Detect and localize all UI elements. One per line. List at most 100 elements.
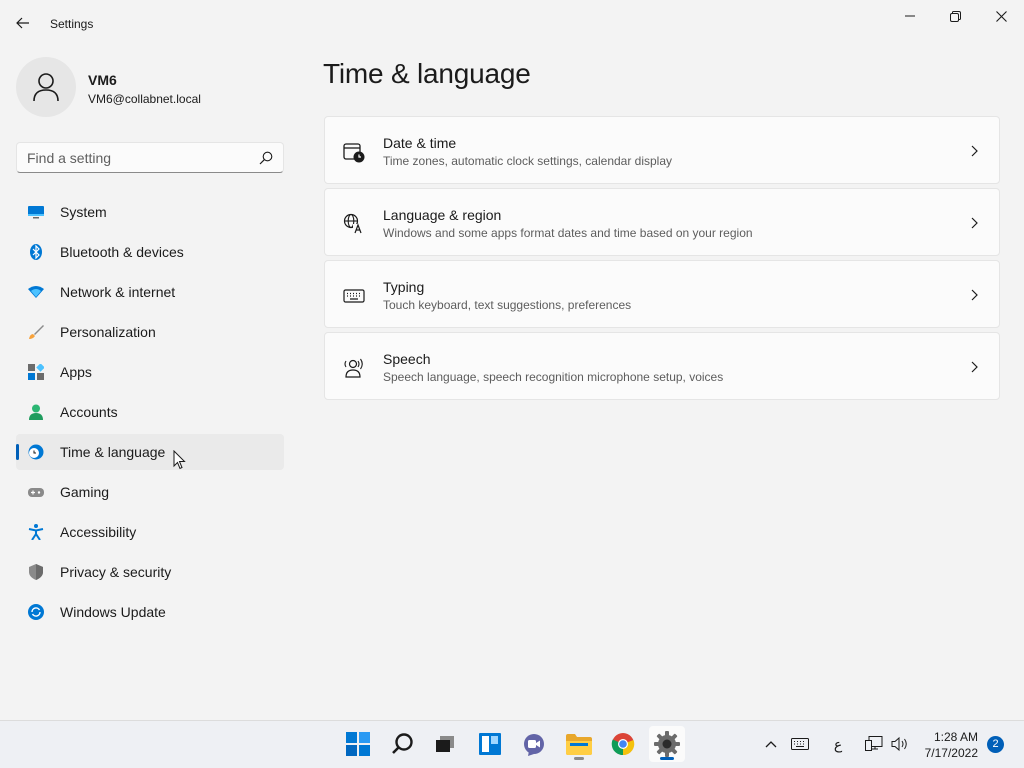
taskbar-widgets-button[interactable]: [472, 726, 508, 762]
settings-icon: [654, 731, 680, 757]
close-icon: [995, 10, 1007, 22]
card-title: Typing: [383, 279, 425, 295]
sidebar-item-label: System: [60, 204, 107, 220]
active-indicator: [660, 757, 674, 760]
sidebar-item-label: Privacy & security: [60, 564, 172, 580]
show-hidden-icons-button[interactable]: [761, 724, 781, 764]
title-bar: Settings: [0, 0, 1024, 46]
sidebar-item-personalization[interactable]: Personalization: [16, 314, 284, 350]
chevron-right-icon: [971, 289, 978, 301]
bluetooth-icon: [30, 244, 42, 260]
sidebar-item-system[interactable]: System: [16, 194, 284, 230]
widgets-icon: [479, 733, 501, 755]
file-explorer-icon: [566, 734, 592, 755]
sidebar-item-bluetooth[interactable]: Bluetooth & devices: [16, 234, 284, 270]
sidebar-item-network[interactable]: Network & internet: [16, 274, 284, 310]
volume-icon: [891, 736, 907, 752]
sidebar-item-gaming[interactable]: Gaming: [16, 474, 284, 510]
windows-start-icon: [346, 732, 370, 756]
user-icon: [33, 73, 59, 102]
sidebar-item-accounts[interactable]: Accounts: [16, 394, 284, 430]
page-title: Time & language: [323, 58, 531, 89]
running-indicator: [574, 757, 584, 760]
minimize-button[interactable]: [887, 0, 933, 32]
sidebar-nav: System Bluetooth & devices Network & int…: [16, 194, 284, 634]
language-icon: [343, 213, 364, 234]
sidebar-item-label: Accounts: [60, 404, 118, 420]
taskbar-chat-button[interactable]: [516, 726, 552, 762]
accessibility-icon: [28, 524, 44, 540]
sidebar-item-time-language[interactable]: Time & language: [16, 434, 284, 470]
gamepad-icon: [28, 488, 44, 497]
search-input[interactable]: [27, 149, 247, 167]
search-icon[interactable]: [259, 151, 273, 165]
card-description: Touch keyboard, text suggestions, prefer…: [383, 298, 632, 312]
calendar-clock-icon: [343, 143, 365, 163]
chevron-up-icon: [765, 741, 777, 748]
restore-icon: [949, 10, 961, 22]
minimize-icon: [905, 15, 915, 17]
selected-indicator: [16, 444, 19, 460]
sidebar-item-label: Bluetooth & devices: [60, 244, 184, 260]
network-icon: [865, 736, 883, 751]
close-button[interactable]: [978, 0, 1024, 32]
globe-clock-icon: [28, 444, 44, 460]
avatar[interactable]: [16, 57, 76, 117]
volume-button[interactable]: [888, 724, 912, 764]
shield-icon: [29, 564, 43, 580]
card-description: Speech language, speech recognition micr…: [383, 370, 724, 384]
sidebar-item-label: Accessibility: [60, 524, 137, 540]
sidebar-item-apps[interactable]: Apps: [16, 354, 284, 390]
taskbar-chrome-button[interactable]: [605, 726, 641, 762]
sidebar-item-label: Personalization: [60, 324, 156, 340]
input-language-indicator[interactable]: ع: [826, 724, 850, 764]
keyboard-icon: [343, 289, 365, 303]
search-box[interactable]: [16, 142, 284, 173]
card-language-region[interactable]: Language & region Windows and some apps …: [324, 188, 1000, 256]
touch-keyboard-button[interactable]: [788, 724, 812, 764]
chrome-icon: [611, 733, 635, 756]
user-email: VM6@collabnet.local: [88, 92, 201, 106]
sidebar-item-windows-update[interactable]: Windows Update: [16, 594, 284, 630]
wifi-icon: [28, 286, 44, 298]
taskbar-file-explorer-button[interactable]: [561, 726, 597, 762]
card-title: Speech: [383, 351, 431, 367]
taskbar-task-view-button[interactable]: [427, 726, 463, 762]
network-status-button[interactable]: [862, 724, 886, 764]
settings-cards: Date & time Time zones, automatic clock …: [324, 116, 1000, 404]
sidebar-item-label: Network & internet: [60, 284, 176, 300]
sidebar-item-label: Time & language: [60, 444, 166, 460]
chevron-right-icon: [971, 145, 978, 157]
card-date-time[interactable]: Date & time Time zones, automatic clock …: [324, 116, 1000, 184]
restore-button[interactable]: [932, 0, 978, 32]
apps-icon: [28, 364, 44, 380]
card-title: Language & region: [383, 207, 502, 223]
back-button[interactable]: [8, 8, 38, 38]
clock-date: 7/17/2022: [924, 746, 978, 760]
mouse-cursor-icon: [173, 450, 186, 470]
taskbar-search-button[interactable]: [385, 726, 421, 762]
clock-time: 1:28 AM: [933, 730, 978, 744]
sidebar-item-accessibility[interactable]: Accessibility: [16, 514, 284, 550]
sidebar-item-label: Windows Update: [60, 604, 166, 620]
notification-badge[interactable]: 2: [987, 736, 1004, 753]
update-icon: [28, 604, 44, 620]
taskbar-start-button[interactable]: [340, 726, 376, 762]
taskbar-clock[interactable]: 1:28 AM 7/17/2022: [912, 729, 978, 761]
system-icon: [28, 206, 44, 219]
app-title: Settings: [50, 17, 94, 31]
accounts-icon: [29, 404, 43, 420]
card-title: Date & time: [383, 135, 457, 151]
brush-icon: [29, 325, 44, 339]
user-name: VM6: [88, 72, 117, 88]
back-arrow-icon: [16, 17, 29, 29]
card-description: Windows and some apps format dates and t…: [383, 226, 753, 240]
speech-icon: [344, 358, 363, 378]
card-typing[interactable]: Typing Touch keyboard, text suggestions,…: [324, 260, 1000, 328]
chat-icon: [524, 734, 544, 756]
sidebar-item-privacy[interactable]: Privacy & security: [16, 554, 284, 590]
card-speech[interactable]: Speech Speech language, speech recogniti…: [324, 332, 1000, 400]
taskbar-settings-button[interactable]: [649, 726, 685, 762]
search-icon: [392, 733, 413, 754]
sidebar-item-label: Apps: [60, 364, 92, 380]
